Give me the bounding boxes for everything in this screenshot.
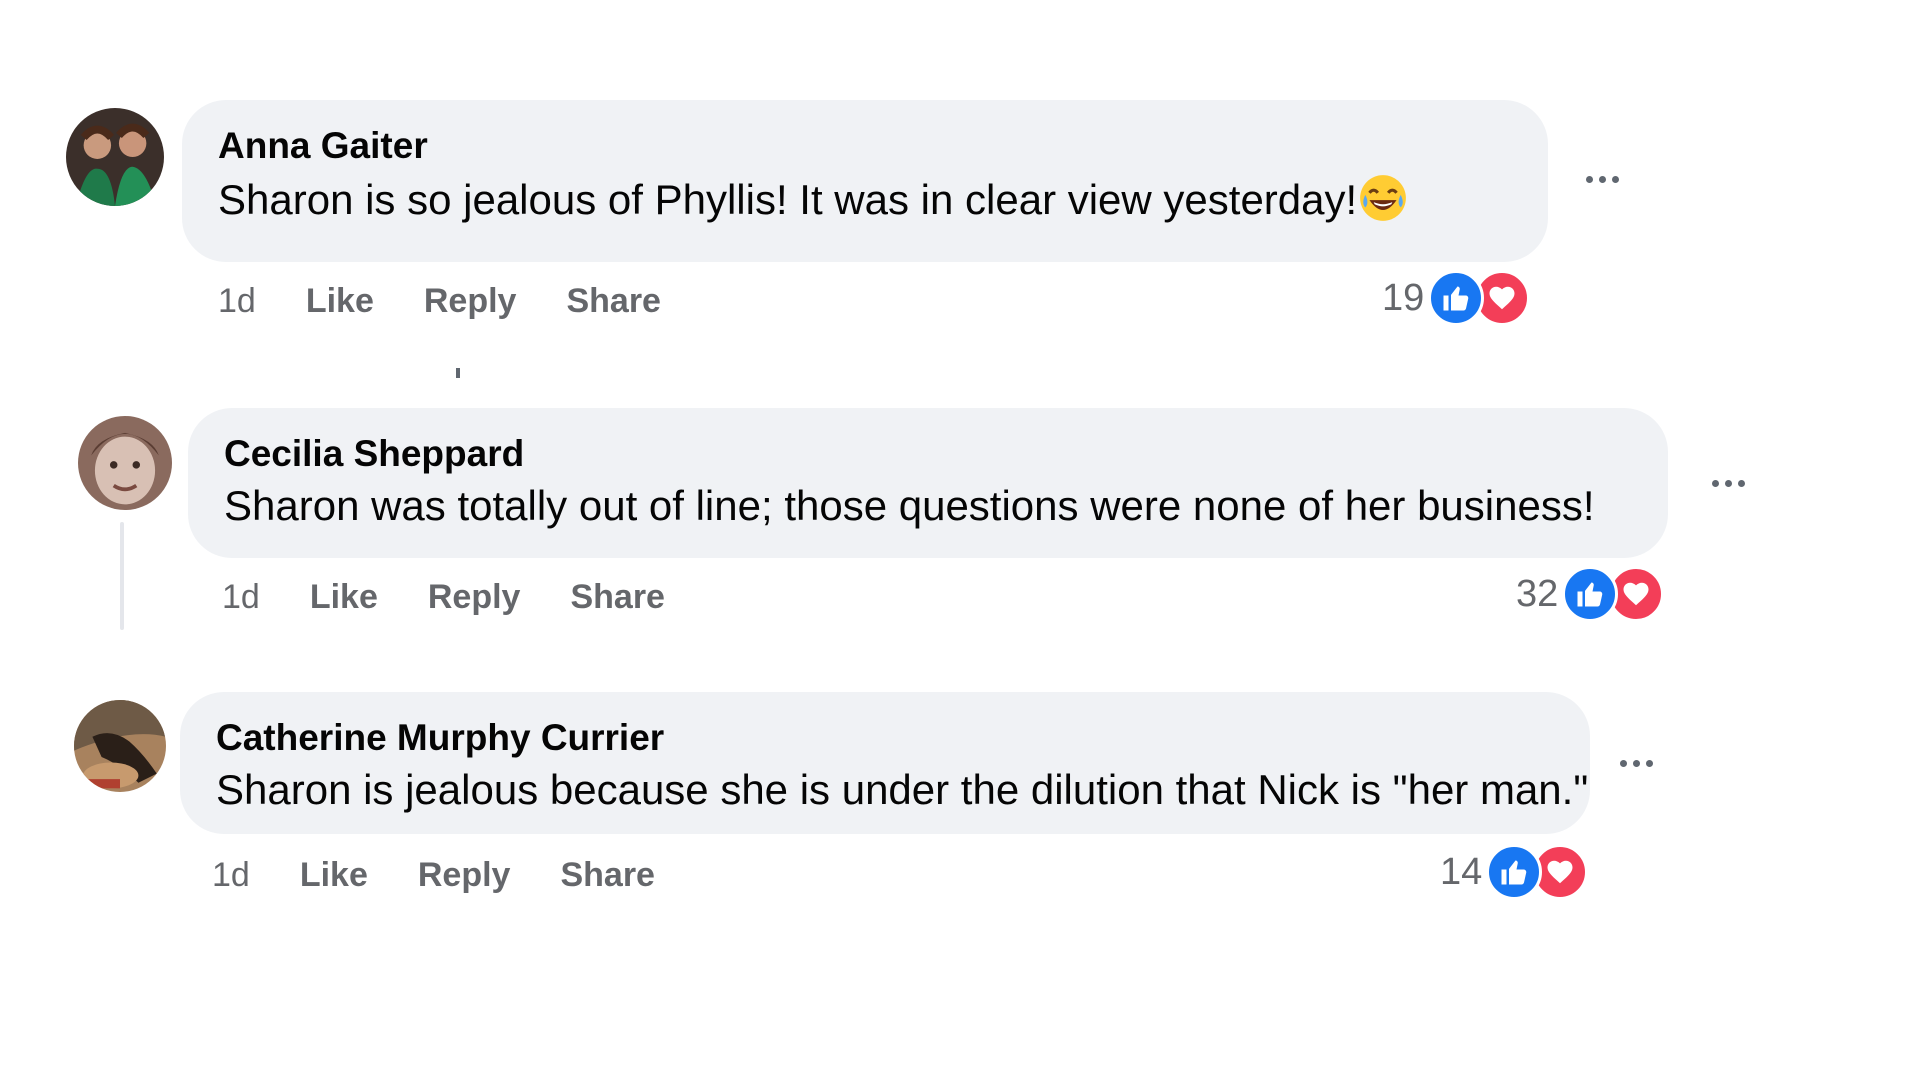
comment-bubble: Catherine Murphy Currier Sharon is jealo… bbox=[180, 692, 1590, 834]
comment-author[interactable]: Anna Gaiter bbox=[218, 124, 1512, 168]
reaction-summary[interactable]: 32 bbox=[1516, 566, 1665, 622]
comment-body: Sharon is so jealous of Phyllis! It was … bbox=[218, 176, 1358, 223]
comment-actions: 1d Like Reply Share bbox=[212, 856, 655, 895]
comment-timestamp[interactable]: 1d bbox=[212, 856, 250, 895]
reply-thread-line bbox=[120, 522, 124, 630]
avatar[interactable] bbox=[66, 108, 164, 206]
ellipsis-icon bbox=[1712, 480, 1745, 487]
like-icon bbox=[1562, 566, 1619, 622]
like-button[interactable]: Like bbox=[300, 856, 368, 895]
like-button[interactable]: Like bbox=[306, 282, 374, 321]
comment-thread: Anna Gaiter Sharon is so jealous of Phyl… bbox=[0, 0, 1920, 1080]
ellipsis-icon bbox=[1586, 176, 1619, 183]
comment-body: Sharon was totally out of line; those qu… bbox=[224, 482, 1595, 529]
reply-button[interactable]: Reply bbox=[424, 282, 517, 321]
reply-button[interactable]: Reply bbox=[428, 578, 521, 617]
comment-text: Sharon is so jealous of Phyllis! It was … bbox=[218, 172, 1512, 226]
like-icon bbox=[1486, 844, 1543, 900]
avatar[interactable] bbox=[74, 700, 166, 792]
laughing-with-tears-emoji-icon bbox=[1357, 172, 1409, 224]
comment-bubble: Anna Gaiter Sharon is so jealous of Phyl… bbox=[182, 100, 1548, 262]
share-button[interactable]: Share bbox=[566, 282, 661, 321]
comment-timestamp[interactable]: 1d bbox=[218, 282, 256, 321]
comment-body: Sharon is jealous because she is under t… bbox=[216, 766, 1589, 813]
comment-actions: 1d Like Reply Share bbox=[218, 282, 661, 321]
reaction-count: 19 bbox=[1382, 276, 1425, 319]
ellipsis-icon bbox=[1620, 760, 1653, 767]
comment-author[interactable]: Catherine Murphy Currier bbox=[216, 716, 1554, 760]
more-options-button[interactable] bbox=[1712, 480, 1745, 487]
comment-actions: 1d Like Reply Share bbox=[222, 578, 665, 617]
comment-author[interactable]: Cecilia Sheppard bbox=[224, 432, 1632, 476]
more-options-button[interactable] bbox=[1620, 760, 1653, 767]
share-button[interactable]: Share bbox=[560, 856, 655, 895]
comment-bubble: Cecilia Sheppard Sharon was totally out … bbox=[188, 408, 1668, 558]
share-button[interactable]: Share bbox=[570, 578, 665, 617]
reaction-summary[interactable]: 19 bbox=[1382, 270, 1531, 326]
more-options-button[interactable] bbox=[1586, 176, 1619, 183]
reply-button[interactable]: Reply bbox=[418, 856, 511, 895]
reaction-count: 32 bbox=[1516, 572, 1559, 615]
reaction-count: 14 bbox=[1440, 850, 1483, 893]
comment-timestamp[interactable]: 1d bbox=[222, 578, 260, 617]
thread-divider-mark bbox=[456, 368, 460, 378]
avatar[interactable] bbox=[78, 416, 172, 510]
like-button[interactable]: Like bbox=[310, 578, 378, 617]
like-icon bbox=[1428, 270, 1485, 326]
reaction-summary[interactable]: 14 bbox=[1440, 844, 1589, 900]
